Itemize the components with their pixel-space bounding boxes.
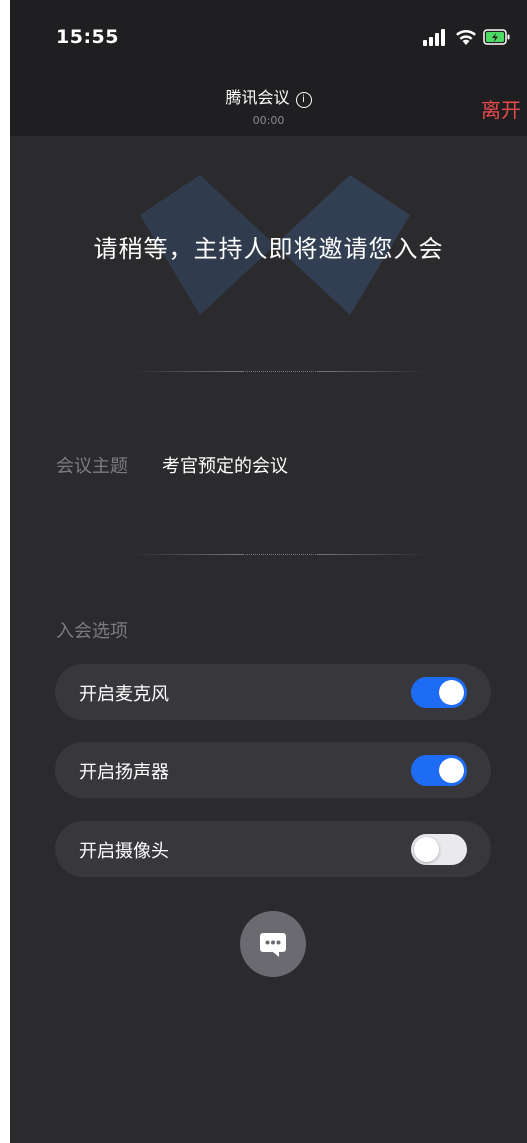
meeting-title-text: 腾讯会议 xyxy=(225,88,290,107)
microphone-toggle[interactable] xyxy=(411,677,467,708)
battery-charging-icon xyxy=(483,29,510,45)
topic-label: 会议主题 xyxy=(56,456,128,477)
speaker-toggle[interactable] xyxy=(411,755,467,786)
waiting-message: 请稍等，主持人即将邀请您入会 xyxy=(93,235,444,263)
chat-icon xyxy=(260,933,286,957)
status-icons xyxy=(421,26,511,48)
top-bar: 15:55 腾讯会议 i 00:00 离开 xyxy=(10,0,527,136)
meeting-waiting-screen: 15:55 腾讯会议 i 00:00 离开 请稍等，主持人即将邀请您入会 会议主… xyxy=(10,0,527,1143)
wifi-icon xyxy=(456,30,476,45)
option-label: 开启麦克风 xyxy=(79,684,169,705)
option-label: 开启摄像头 xyxy=(79,841,169,862)
toggle-knob xyxy=(414,837,439,862)
info-icon[interactable]: i xyxy=(295,92,312,108)
option-speaker[interactable]: 开启扬声器 xyxy=(55,742,491,798)
option-camera[interactable]: 开启摄像头 xyxy=(55,821,491,877)
toggle-knob xyxy=(439,758,464,783)
camera-toggle[interactable] xyxy=(411,834,467,865)
leave-button[interactable]: 离开 xyxy=(481,94,521,123)
divider xyxy=(130,554,430,556)
option-label: 开启扬声器 xyxy=(79,762,169,783)
meeting-title[interactable]: 腾讯会议 i xyxy=(10,84,527,108)
option-microphone[interactable]: 开启麦克风 xyxy=(55,664,491,720)
meeting-timer: 00:00 xyxy=(252,114,285,127)
join-options-label: 入会选项 xyxy=(56,621,128,642)
chat-button[interactable] xyxy=(240,911,306,977)
toggle-knob xyxy=(439,680,464,705)
status-time: 15:55 xyxy=(56,26,119,48)
topic-value: 考官预定的会议 xyxy=(162,456,288,477)
signal-icon xyxy=(423,29,445,46)
divider xyxy=(130,371,430,373)
